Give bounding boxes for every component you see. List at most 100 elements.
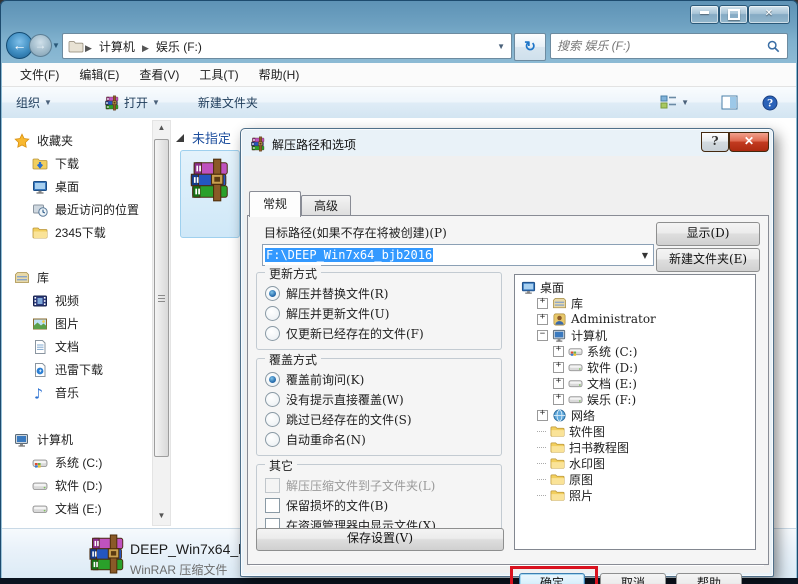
refresh-button[interactable]: ↻	[514, 33, 546, 61]
radio-option[interactable]: 没有提示直接覆盖(W)	[265, 389, 493, 409]
dialog-titlebar[interactable]: 解压路径和选项	[244, 132, 770, 156]
sidebar-item[interactable]: 迅雷下载	[2, 358, 150, 381]
sidebar-item[interactable]: 系统 (C:)	[2, 451, 150, 474]
help-button[interactable]: ?	[754, 92, 786, 114]
scrollbar-thumb[interactable]	[154, 139, 169, 457]
minimize-button[interactable]	[690, 5, 719, 24]
radio-icon[interactable]	[265, 392, 280, 407]
expand-plus-icon[interactable]	[537, 314, 548, 325]
menu-item[interactable]: 工具(T)	[189, 64, 248, 85]
new-folder-dialog-button[interactable]: 新建文件夹(E)	[656, 248, 760, 272]
folder-tree[interactable]: 桌面库Administrator计算机系统 (C:)软件 (D:)文档 (E:)…	[514, 274, 756, 550]
address-bar[interactable]: ▶计算机▶娱乐 (F:) ▼	[62, 33, 512, 59]
sidebar-scrollbar[interactable]: ▲ ▼	[152, 120, 171, 526]
search-box[interactable]	[550, 33, 788, 59]
sidebar-item[interactable]: 文档 (E:)	[2, 497, 150, 520]
group-header[interactable]: 未指定	[176, 128, 231, 147]
address-dropdown-icon[interactable]: ▼	[497, 42, 511, 51]
radio-option[interactable]: 仅更新已经存在的文件(F)	[265, 323, 493, 343]
tree-item[interactable]: 网络	[515, 407, 755, 423]
tree-item[interactable]: 照片	[515, 487, 755, 503]
radio-icon[interactable]	[265, 432, 280, 447]
tree-item[interactable]: 系统 (C:)	[515, 343, 755, 359]
sidebar-item[interactable]: ♪音乐	[2, 381, 150, 404]
scroll-down-icon[interactable]: ▼	[154, 511, 169, 520]
radio-option[interactable]: 解压并更新文件(U)	[265, 303, 493, 323]
sidebar-item[interactable]: 文档	[2, 335, 150, 358]
expand-plus-icon[interactable]	[553, 346, 564, 357]
menu-item[interactable]: 帮助(H)	[249, 64, 310, 85]
tree-item[interactable]: 扫书教程图	[515, 439, 755, 455]
maximize-button[interactable]	[719, 5, 748, 24]
sidebar-item[interactable]: 最近访问的位置	[2, 198, 150, 221]
sidebar-section-computer[interactable]: 计算机	[2, 428, 150, 451]
tree-item[interactable]: 娱乐 (F:)	[515, 391, 755, 407]
cancel-button[interactable]: 取消	[600, 573, 666, 584]
radio-option[interactable]: 自动重命名(N)	[265, 429, 493, 449]
save-settings-button[interactable]: 保存设置(V)	[256, 528, 504, 551]
tree-item[interactable]: 桌面	[515, 279, 755, 295]
archive-file-tile[interactable]	[180, 150, 240, 238]
menu-item[interactable]: 文件(F)	[10, 64, 69, 85]
sidebar-section-libraries[interactable]: 库	[2, 266, 150, 289]
recent-pages-dropdown[interactable]: ▼	[52, 41, 60, 50]
collapse-minus-icon[interactable]	[537, 330, 548, 341]
dialog-help-bottom-button[interactable]: 帮助	[676, 573, 742, 584]
radio-option[interactable]: 覆盖前询问(K)	[265, 369, 493, 389]
checkbox-option[interactable]: 保留损坏的文件(B)	[265, 495, 493, 515]
radio-icon[interactable]	[265, 372, 280, 387]
organize-button[interactable]: 组织▼	[8, 91, 60, 114]
expand-plus-icon[interactable]	[553, 378, 564, 389]
scroll-up-icon[interactable]: ▲	[154, 123, 169, 132]
expand-plus-icon[interactable]	[553, 394, 564, 405]
breadcrumb-item[interactable]: 计算机	[93, 40, 141, 54]
folder-icon	[32, 225, 48, 241]
tree-item[interactable]: 软件 (D:)	[515, 359, 755, 375]
breadcrumb-item[interactable]: 娱乐 (F:)	[150, 40, 208, 54]
radio-option[interactable]: 跳过已经存在的文件(S)	[265, 409, 493, 429]
radio-icon[interactable]	[265, 412, 280, 427]
dialog-close-button[interactable]: ✕	[729, 132, 769, 152]
tree-item[interactable]: 文档 (E:)	[515, 375, 755, 391]
combo-dropdown-icon[interactable]: ▼	[637, 251, 653, 260]
radio-icon[interactable]	[265, 306, 280, 321]
expand-plus-icon[interactable]	[537, 410, 548, 421]
radio-option[interactable]: 解压并替换文件(R)	[265, 283, 493, 303]
tree-item[interactable]: 库	[515, 295, 755, 311]
open-button[interactable]: 打开▼	[96, 91, 168, 114]
radio-icon[interactable]	[265, 326, 280, 341]
sidebar-item[interactable]: 软件 (D:)	[2, 474, 150, 497]
checkbox-icon[interactable]	[265, 498, 280, 513]
tab-advanced[interactable]: 高级	[301, 195, 351, 217]
display-button[interactable]: 显示(D)	[656, 222, 760, 246]
close-button[interactable]: ✕	[748, 5, 790, 24]
menu-item[interactable]: 编辑(E)	[69, 64, 129, 85]
expand-plus-icon[interactable]	[537, 298, 548, 309]
tree-item[interactable]: 软件图	[515, 423, 755, 439]
dialog-help-button[interactable]: ?	[701, 132, 729, 152]
sidebar-section-favorites[interactable]: 收藏夹	[2, 129, 150, 152]
tree-item[interactable]: 原图	[515, 471, 755, 487]
forward-button[interactable]: →	[29, 34, 52, 57]
views-button[interactable]: ▼	[652, 92, 697, 113]
tree-item[interactable]: 计算机	[515, 327, 755, 343]
menu-item[interactable]: 查看(V)	[129, 64, 189, 85]
tab-general[interactable]: 常规	[249, 191, 301, 217]
sidebar-item[interactable]: 桌面	[2, 175, 150, 198]
tree-item[interactable]: 水印图	[515, 455, 755, 471]
sidebar-item[interactable]: 图片	[2, 312, 150, 335]
search-input[interactable]	[551, 39, 767, 53]
sidebar-item[interactable]: 下载	[2, 152, 150, 175]
preview-pane-button[interactable]	[713, 92, 746, 113]
new-folder-button[interactable]: 新建文件夹	[190, 91, 266, 114]
winrar-icon	[250, 136, 266, 152]
sidebar-item[interactable]: 视频	[2, 289, 150, 312]
tree-item[interactable]: Administrator	[515, 311, 755, 327]
user-icon	[552, 312, 567, 327]
destination-path-combobox[interactable]: F:\DEEP_Win7x64_bjb2016 ▼	[262, 244, 654, 266]
search-icon[interactable]	[767, 40, 780, 53]
sidebar-item[interactable]: 2345下载	[2, 221, 150, 244]
expand-plus-icon[interactable]	[553, 362, 564, 373]
radio-icon[interactable]	[265, 286, 280, 301]
tree-item-label: 软件 (D:)	[587, 359, 638, 376]
